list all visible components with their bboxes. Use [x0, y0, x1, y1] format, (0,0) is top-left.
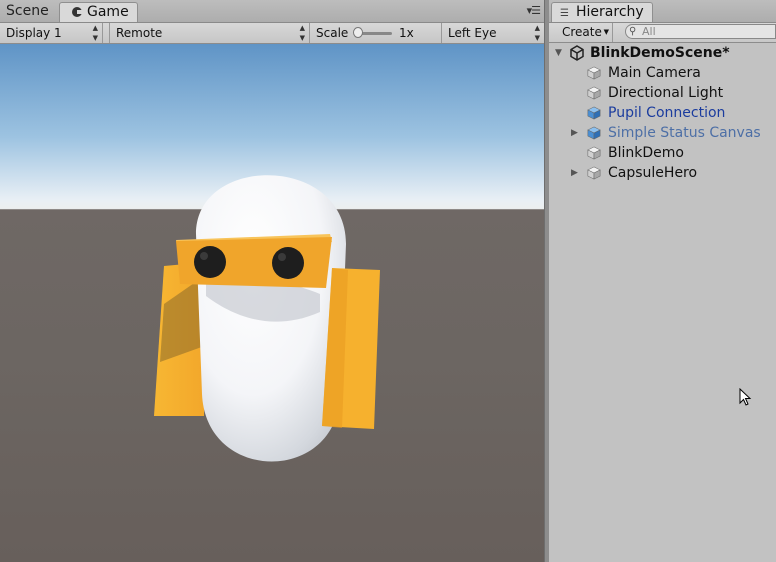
game-view-render	[154, 175, 380, 462]
scale-label: Scale	[316, 26, 349, 40]
scale-slider-thumb[interactable]	[353, 27, 363, 38]
dropdown-arrows-icon: ▲ ▼	[92, 24, 98, 42]
hierarchy-item-label: Pupil Connection	[608, 105, 726, 121]
display-dropdown-value: Display 1	[6, 26, 62, 40]
hierarchy-item[interactable]: BlinkDemo	[549, 143, 776, 163]
capsule-hero-left-eye	[194, 246, 226, 278]
hierarchy-item[interactable]: Directional Light	[549, 83, 776, 103]
scene-name: BlinkDemoScene*	[590, 45, 730, 61]
hierarchy-toolbar: Create ▼ ⚲ All	[549, 23, 776, 43]
capsule-hero-right-eye	[272, 247, 304, 279]
gameobject-cube-icon	[587, 166, 601, 180]
hierarchy-item[interactable]: ▶ Simple Status Canvas	[549, 123, 776, 143]
search-icon: ⚲	[629, 26, 637, 37]
panel-menu-icon[interactable]: ▾☰	[527, 4, 541, 17]
unity-scene-icon	[570, 45, 584, 61]
tab-game[interactable]: Game	[59, 2, 138, 22]
hierarchy-search-input[interactable]: ⚲ All	[625, 24, 776, 39]
create-button-label: Create	[562, 25, 602, 39]
scene-row[interactable]: ▼ BlinkDemoScene*	[549, 43, 776, 63]
fold-open-icon[interactable]: ▼	[555, 43, 562, 63]
game-panel: Scene Game ▾☰ Display 1 ▲ ▼ Remote ▲ ▼ Sca…	[0, 0, 544, 562]
game-viewport[interactable]	[0, 44, 544, 562]
hierarchy-panel: ☰ Hierarchy Create ▼ ⚲ All ▼ BlinkDemoSce…	[549, 0, 776, 562]
game-tabbar: Scene Game ▾☰	[0, 0, 544, 23]
create-button[interactable]: Create ▼	[555, 23, 613, 42]
capsule-hero-right-eye-highlight	[278, 253, 286, 261]
hierarchy-item[interactable]: Main Camera	[549, 63, 776, 83]
tab-game-label: Game	[87, 4, 129, 20]
hierarchy-tabbar: ☰ Hierarchy	[549, 0, 776, 23]
prefab-cube-icon	[587, 126, 601, 140]
hierarchy-item-label: Simple Status Canvas	[608, 125, 761, 141]
fold-closed-icon[interactable]: ▶	[571, 123, 578, 143]
tab-scene[interactable]: Scene	[0, 2, 55, 22]
prefab-cube-icon	[587, 106, 601, 120]
hierarchy-item[interactable]: Pupil Connection	[549, 103, 776, 123]
hierarchy-item-label: CapsuleHero	[608, 165, 698, 181]
gameobject-cube-icon	[587, 146, 601, 160]
gameobject-cube-icon	[587, 86, 601, 100]
mouse-cursor-icon	[739, 388, 752, 406]
search-placeholder: All	[642, 25, 656, 38]
capsule-hero-left-eye-highlight	[200, 252, 208, 260]
scale-value: 1x	[399, 26, 414, 40]
hierarchy-item-label: Directional Light	[608, 85, 724, 101]
tab-hierarchy-label: Hierarchy	[576, 4, 644, 20]
game-toolbar: Display 1 ▲ ▼ Remote ▲ ▼ Scale 1x Left Eye…	[0, 23, 544, 44]
fold-closed-icon[interactable]: ▶	[571, 163, 578, 183]
eye-dropdown-value: Left Eye	[448, 26, 497, 40]
display-dropdown[interactable]: Display 1 ▲ ▼	[0, 23, 103, 43]
gameobject-cube-icon	[587, 66, 601, 80]
hierarchy-item[interactable]: ▶ CapsuleHero	[549, 163, 776, 183]
game-controller-icon	[72, 7, 83, 17]
dropdown-arrow-icon: ▼	[603, 28, 609, 36]
hierarchy-item-label: BlinkDemo	[608, 145, 684, 161]
eye-dropdown[interactable]: Left Eye ▲ ▼	[441, 23, 544, 43]
hierarchy-item-label: Main Camera	[608, 65, 701, 81]
dropdown-arrows-icon: ▲ ▼	[534, 24, 540, 42]
dropdown-arrows-icon: ▲ ▼	[299, 24, 305, 42]
hierarchy-list-icon: ☰	[560, 8, 569, 19]
remote-dropdown-value: Remote	[116, 26, 163, 40]
remote-dropdown[interactable]: Remote ▲ ▼	[109, 23, 310, 43]
tab-hierarchy[interactable]: ☰ Hierarchy	[551, 2, 653, 22]
